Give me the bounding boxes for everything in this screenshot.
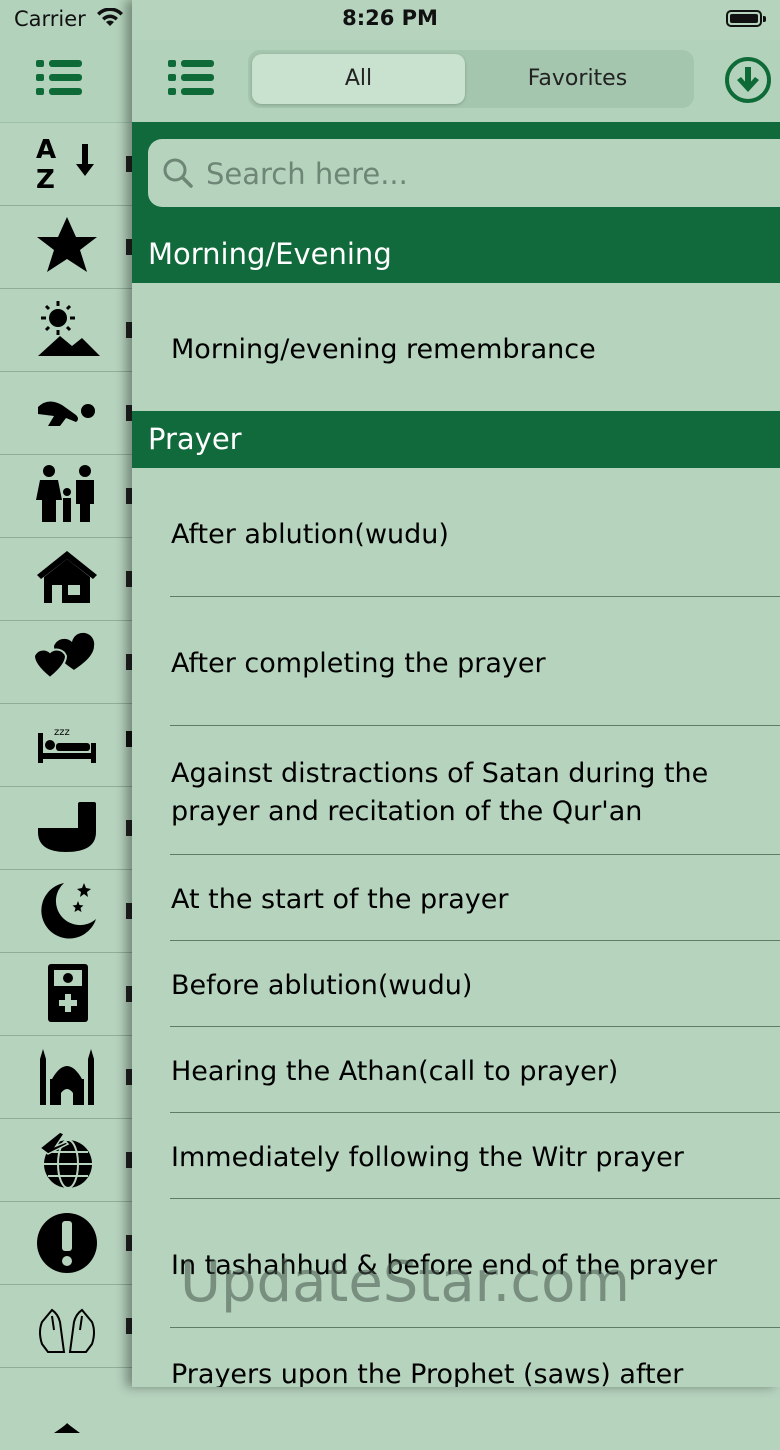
sidebar-item-sickness[interactable] bbox=[0, 952, 132, 1036]
status-time: 8:26 PM bbox=[342, 6, 438, 30]
house-icon bbox=[37, 551, 97, 603]
sidebar-item-night[interactable] bbox=[0, 869, 132, 953]
list-item[interactable]: Before ablution(wudu) bbox=[132, 941, 780, 1027]
search-field[interactable] bbox=[148, 139, 780, 207]
carrier-label: Carrier bbox=[14, 7, 86, 31]
sidebar-item-more[interactable] bbox=[0, 1367, 132, 1450]
search-bar bbox=[132, 122, 780, 226]
main-panel: 8:26 PM All Favorites Morning/Evening Mo… bbox=[132, 0, 780, 1387]
sidebar-item-morning[interactable] bbox=[0, 288, 132, 372]
bed-icon: zzz bbox=[38, 727, 96, 763]
list-item-label: Prayers upon the Prophet (saws) after bbox=[171, 1359, 684, 1387]
list-item[interactable]: Morning/evening remembrance bbox=[132, 283, 780, 411]
sidebar-item-sleep[interactable]: zzz bbox=[0, 703, 132, 787]
list-item[interactable]: After completing the prayer bbox=[132, 597, 780, 726]
svg-text:Z: Z bbox=[36, 165, 55, 194]
list-item-label: Morning/evening remembrance bbox=[171, 334, 596, 365]
mosque-icon bbox=[40, 1049, 94, 1105]
list-item[interactable]: In tashahhud & before end of the prayer bbox=[132, 1199, 780, 1328]
sidebar-item-travel[interactable] bbox=[0, 1118, 132, 1202]
sidebar-item-prayer[interactable] bbox=[0, 371, 132, 455]
tab-all[interactable]: All bbox=[252, 54, 465, 104]
list-item-label: Immediately following the Witr prayer bbox=[171, 1142, 684, 1173]
prostrating-person-icon bbox=[38, 401, 95, 426]
sidebar-item-love[interactable] bbox=[0, 620, 132, 704]
globe-plane-icon bbox=[38, 1131, 92, 1189]
battery-icon bbox=[726, 10, 766, 27]
section-header-prayer: Prayer bbox=[132, 411, 780, 468]
tab-favorites[interactable]: Favorites bbox=[471, 54, 684, 104]
list-item-label: After ablution(wudu) bbox=[171, 519, 449, 550]
family-icon bbox=[36, 465, 94, 522]
list-item[interactable]: Immediately following the Witr prayer bbox=[132, 1113, 780, 1199]
sidebar-item-favorites[interactable] bbox=[0, 205, 132, 289]
moon-stars-icon bbox=[41, 883, 96, 939]
list-item[interactable]: Against distractions of Satan during the… bbox=[132, 726, 780, 855]
wifi-icon bbox=[96, 7, 124, 32]
list-item[interactable]: Prayers upon the Prophet (saws) after bbox=[132, 1328, 780, 1387]
nav-bar: All Favorites bbox=[132, 40, 780, 122]
heart-partial-icon bbox=[54, 1423, 80, 1433]
status-bar: 8:26 PM bbox=[132, 0, 780, 40]
exclamation-icon bbox=[37, 1213, 97, 1273]
list-item-label: Hearing the Athan(call to prayer) bbox=[171, 1056, 619, 1087]
sidebar-item-az[interactable]: AZ bbox=[0, 122, 132, 206]
menu-icon[interactable] bbox=[168, 58, 216, 98]
list-item[interactable]: After ablution(wudu) bbox=[132, 468, 780, 597]
list-item[interactable]: At the start of the prayer bbox=[132, 855, 780, 941]
sidebar-item-home[interactable] bbox=[0, 537, 132, 621]
star-icon bbox=[37, 217, 97, 272]
sidebar-item-warning[interactable] bbox=[0, 1201, 132, 1285]
list-item-label: Against distractions of Satan during the… bbox=[171, 758, 709, 827]
list-item-label: After completing the prayer bbox=[171, 648, 546, 679]
list-item-label: In tashahhud & before end of the prayer bbox=[171, 1250, 718, 1281]
sidebar-item-family[interactable] bbox=[0, 454, 132, 538]
sun-landscape-icon bbox=[38, 301, 100, 356]
sidebar-item-supplication[interactable] bbox=[0, 1284, 132, 1368]
praying-hands-icon bbox=[39, 1308, 95, 1353]
download-icon[interactable] bbox=[724, 56, 772, 104]
section-header-morning-evening: Morning/Evening bbox=[132, 226, 780, 283]
sidebar-item-bathroom[interactable] bbox=[0, 786, 132, 870]
segmented-control: All Favorites bbox=[248, 50, 694, 108]
svg-text:zzz: zzz bbox=[54, 727, 70, 738]
sidebar-item-mosque[interactable] bbox=[0, 1035, 132, 1119]
svg-text:A: A bbox=[36, 135, 56, 165]
search-icon bbox=[162, 157, 194, 193]
medical-phone-icon bbox=[48, 964, 88, 1022]
az-sort-icon: AZ bbox=[36, 135, 94, 194]
list-item-label: At the start of the prayer bbox=[171, 884, 509, 915]
hearts-icon bbox=[34, 632, 95, 680]
list-item[interactable]: Hearing the Athan(call to prayer) bbox=[132, 1027, 780, 1113]
toilet-icon bbox=[38, 802, 96, 852]
sidebar-menu-icon[interactable] bbox=[36, 58, 84, 102]
search-input[interactable] bbox=[204, 149, 768, 199]
list-item-label: Before ablution(wudu) bbox=[171, 970, 473, 1001]
